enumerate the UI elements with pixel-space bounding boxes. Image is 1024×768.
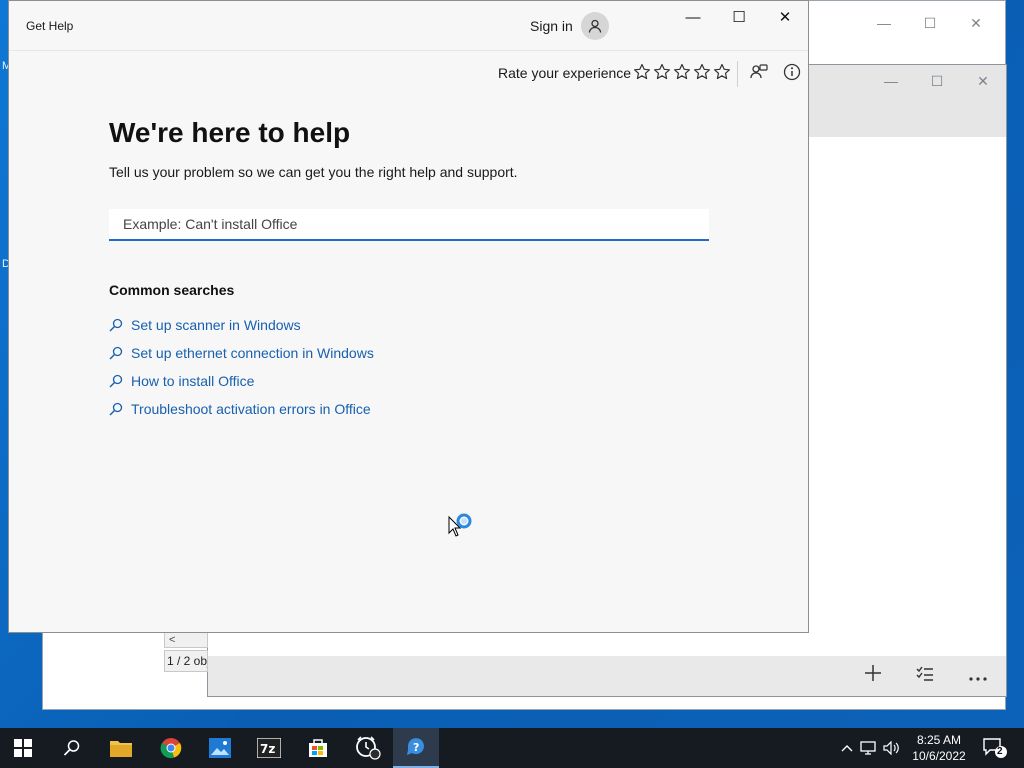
clock-date: 10/6/2022 [912, 749, 966, 763]
search-icon [63, 740, 80, 756]
taskbar-search-button[interactable] [49, 728, 95, 768]
more-options-icon[interactable] [968, 665, 988, 688]
taskbar-photos[interactable] [197, 728, 243, 768]
common-search-label: Set up scanner in Windows [131, 317, 301, 333]
chrome-icon [160, 738, 182, 759]
alarm-clock-icon [356, 736, 381, 760]
system-tray [838, 728, 902, 768]
checklist-icon[interactable] [916, 665, 934, 688]
close-button[interactable]: ✕ [762, 1, 808, 33]
far-close-button[interactable]: ✕ [953, 7, 999, 39]
rating-stars [633, 63, 731, 81]
photos-icon [209, 738, 231, 758]
network-icon[interactable] [856, 741, 880, 755]
person-icon [588, 19, 602, 33]
bg-close-button[interactable]: ✕ [960, 65, 1006, 97]
common-searches-heading: Common searches [109, 282, 235, 298]
search-input[interactable] [109, 209, 709, 241]
page-subtitle: Tell us your problem so we can get you t… [109, 164, 518, 180]
clock-time: 8:25 AM [916, 733, 962, 747]
help-icon: ? [407, 738, 424, 755]
taskbar-microsoft-store[interactable] [295, 728, 341, 768]
busy-cursor-icon [447, 513, 477, 546]
search-icon [109, 318, 123, 332]
search-icon [109, 346, 123, 360]
avatar[interactable] [581, 12, 609, 40]
add-icon[interactable] [864, 664, 882, 688]
taskbar-7zip[interactable]: 7z [246, 728, 292, 768]
notification-count: 2 [997, 746, 1003, 757]
minimize-button[interactable]: — [670, 1, 716, 33]
common-search-label: How to install Office [131, 373, 255, 389]
svg-text:?: ? [413, 741, 419, 754]
taskbar-clock[interactable]: 8:25 AM 10/6/2022 [906, 732, 972, 764]
rating-star-icon[interactable] [653, 63, 671, 81]
svg-text:7z: 7z [260, 742, 275, 756]
common-search-link[interactable]: Set up scanner in Windows [109, 311, 374, 339]
windows-logo-icon [14, 739, 32, 757]
get-help-window: Get Help Sign in — ☐ ✕ Rate your experie… [8, 0, 809, 633]
toolbar-separator [737, 61, 738, 87]
common-search-link[interactable]: Set up ethernet connection in Windows [109, 339, 374, 367]
maximize-button[interactable]: ☐ [716, 1, 762, 33]
taskbar-chrome[interactable] [148, 728, 194, 768]
common-search-label: Troubleshoot activation errors in Office [131, 401, 371, 417]
rating-star-icon[interactable] [673, 63, 691, 81]
rate-experience-label: Rate your experience [498, 65, 632, 81]
store-icon [309, 739, 327, 757]
page-title: We're here to help [109, 117, 351, 148]
rating-star-icon[interactable] [693, 63, 711, 81]
notification-icon [983, 738, 1007, 758]
start-button[interactable] [0, 728, 46, 768]
scroll-left-button[interactable]: < [164, 632, 208, 648]
chevron-up-icon[interactable] [838, 744, 856, 752]
taskbar-file-explorer[interactable] [98, 728, 144, 768]
far-maximize-button[interactable]: ☐ [907, 7, 953, 39]
common-search-link[interactable]: Troubleshoot activation errors in Office [109, 395, 374, 423]
volume-icon[interactable] [880, 741, 902, 755]
feedback-icon[interactable] [749, 63, 769, 88]
window-title: Get Help [26, 19, 74, 33]
header-divider [9, 50, 808, 51]
window-controls: — ☐ ✕ [670, 1, 808, 33]
background-window-toolbar [208, 656, 1006, 696]
common-searches-list: Set up scanner in Windows Set up etherne… [109, 311, 374, 423]
bg-minimize-button[interactable]: — [868, 65, 914, 97]
folder-icon [110, 741, 132, 757]
object-count: 1 / 2 obj [164, 650, 208, 672]
notifications-button[interactable]: 2 [975, 728, 1015, 768]
taskbar: 7z ? 8:25 AM 10/6/2022 2 [0, 728, 1024, 768]
rating-star-icon[interactable] [633, 63, 651, 81]
common-search-link[interactable]: How to install Office [109, 367, 374, 395]
bg-maximize-button[interactable]: ☐ [914, 65, 960, 97]
taskbar-get-help[interactable]: ? [393, 728, 439, 768]
search-icon [109, 402, 123, 416]
far-minimize-button[interactable]: — [861, 7, 907, 39]
far-window-controls: — ☐ ✕ [861, 7, 999, 39]
taskbar-alarms-clock[interactable] [345, 728, 391, 768]
rating-star-icon[interactable] [713, 63, 731, 81]
search-icon [109, 374, 123, 388]
sign-in-link[interactable]: Sign in [530, 18, 573, 34]
7zip-icon: 7z [257, 738, 281, 758]
common-search-label: Set up ethernet connection in Windows [131, 345, 374, 361]
background-window-controls: — ☐ ✕ [868, 65, 1006, 97]
info-icon[interactable] [783, 63, 801, 86]
